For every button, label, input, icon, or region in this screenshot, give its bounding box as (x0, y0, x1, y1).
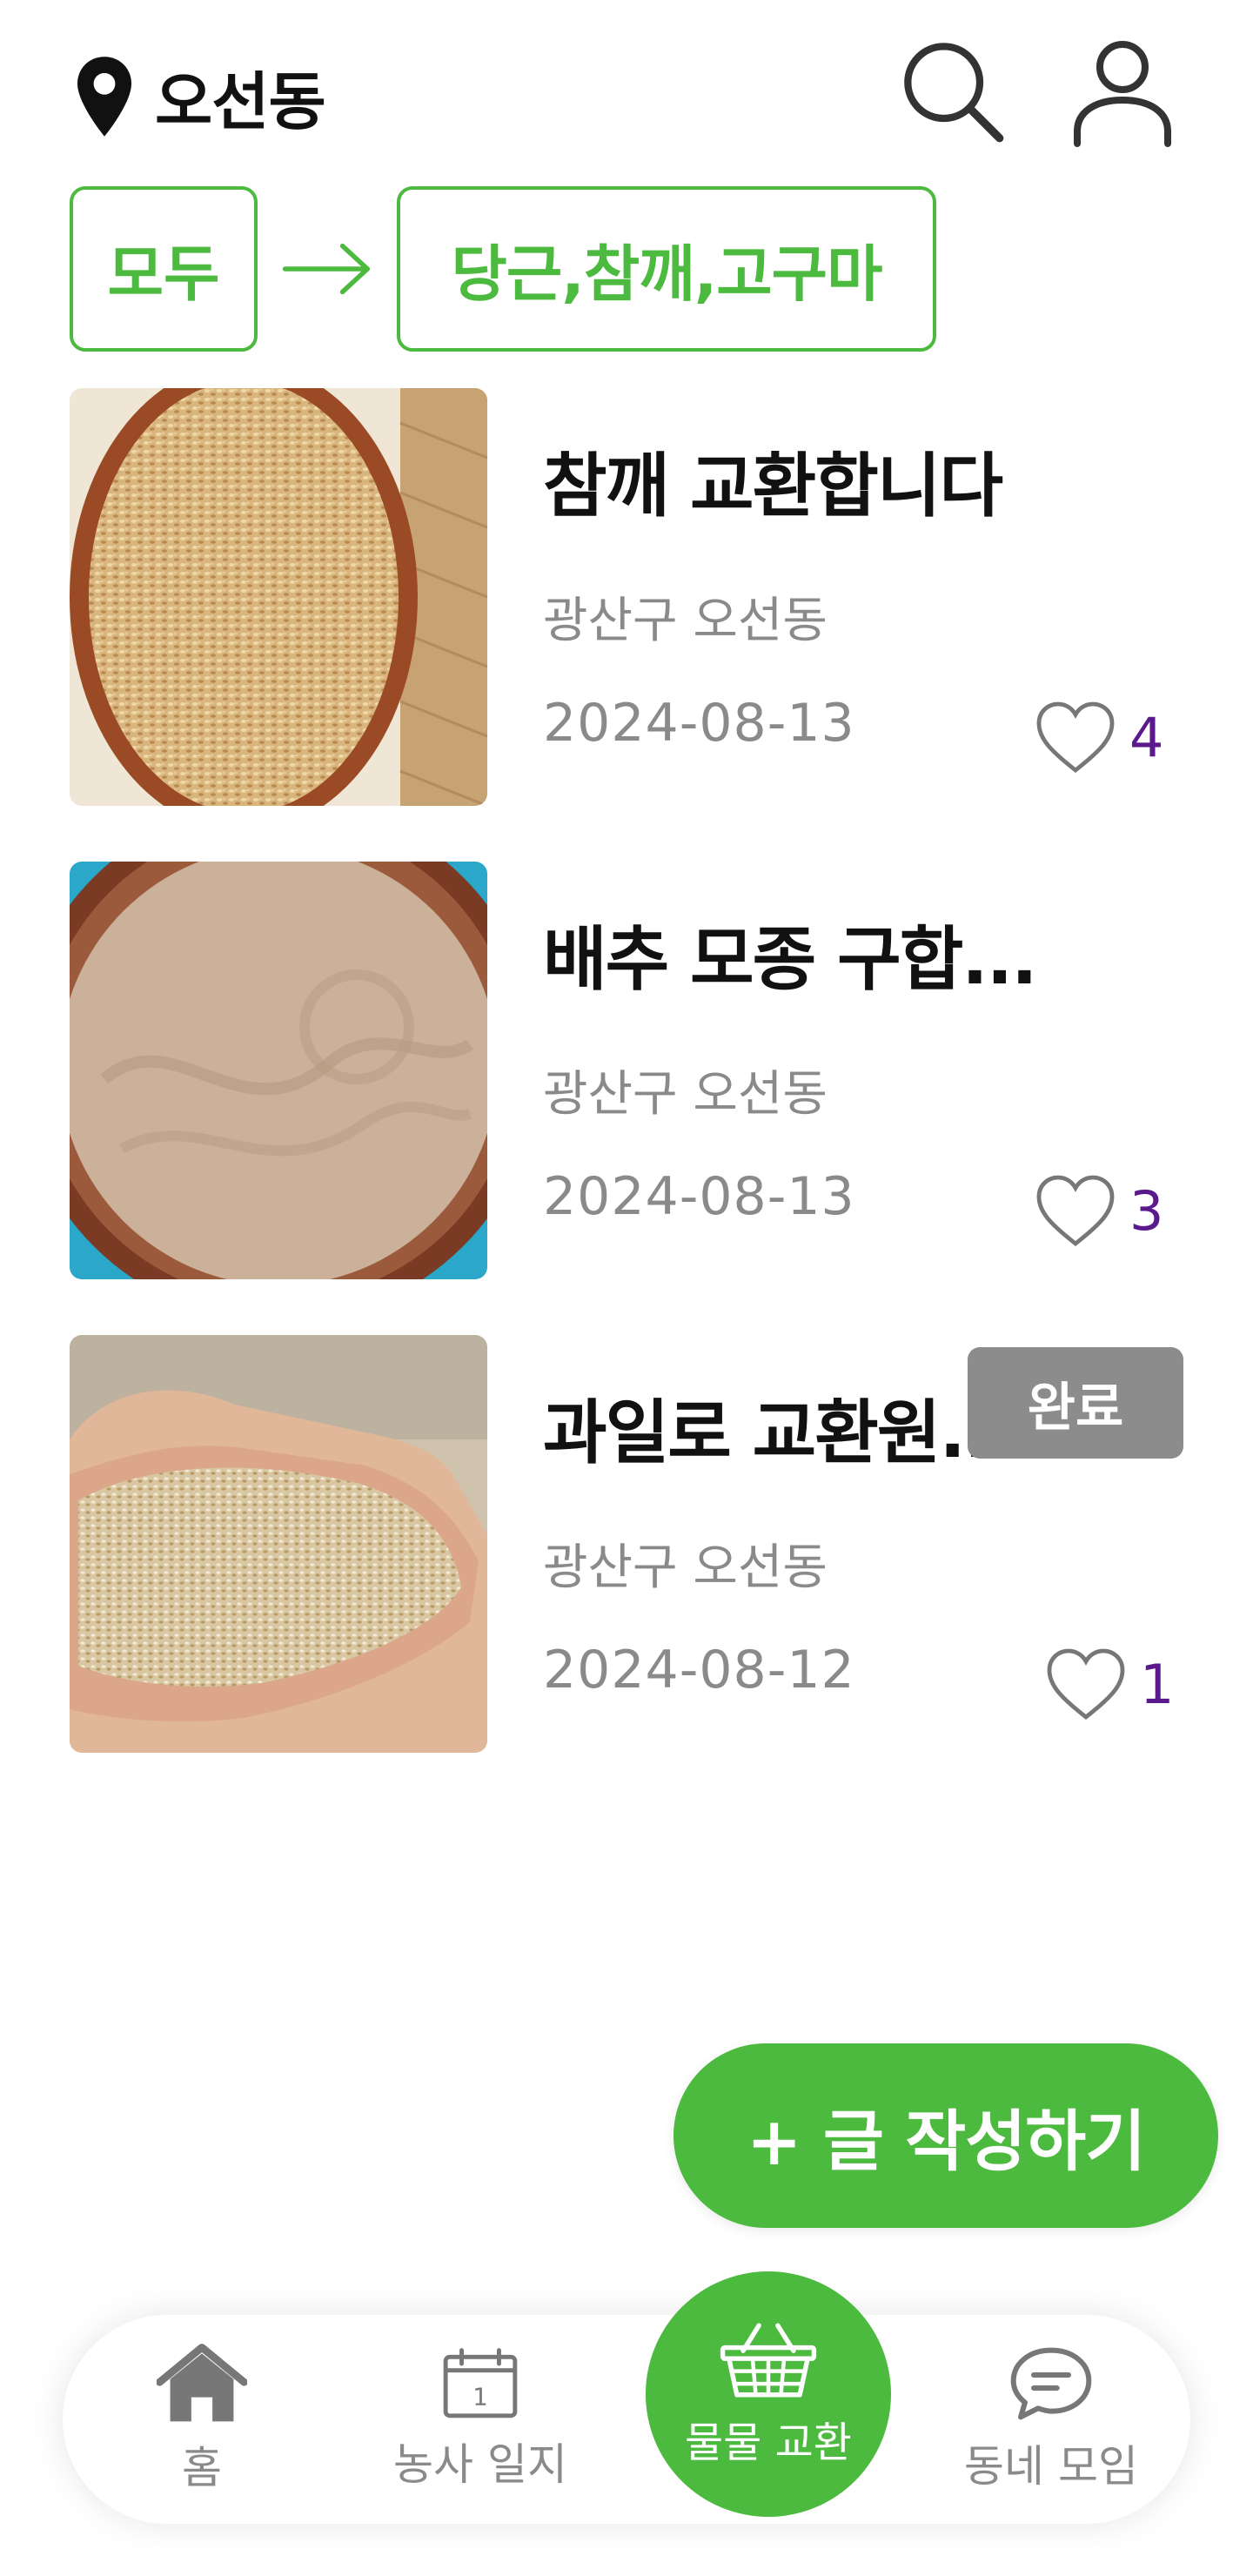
like-indicator[interactable]: 4 (1034, 698, 1163, 776)
location-selector[interactable]: 오선동 (70, 50, 326, 142)
filter-chip-selected-crops[interactable]: 당근,참깨,고구마 (397, 186, 936, 352)
post-title: 배추 모종 구합... (543, 919, 1037, 1000)
home-icon (157, 2344, 247, 2422)
post-item[interactable]: 참깨 교환합니다 광산구 오선동 2024-08-13 4 (0, 388, 1253, 806)
post-date: 2024-08-12 (543, 1640, 855, 1701)
status-badge-completed: 완료 (968, 1347, 1183, 1459)
calendar-icon: 1 (443, 2348, 518, 2418)
profile-button[interactable] (1066, 35, 1179, 148)
location-name: 오선동 (155, 65, 326, 138)
profile-icon (1074, 41, 1171, 147)
search-button[interactable] (896, 35, 1009, 148)
post-item[interactable]: 과일로 교환원... 완료 광산구 오선동 2024-08-12 1 (0, 1335, 1253, 1753)
nav-label-barter: 물물 교환 (685, 2418, 852, 2467)
nav-item-neighborhood-meetup[interactable]: 동네 모임 (912, 2315, 1190, 2524)
category-filter-bar: 모두 당근,참깨,고구마 (70, 186, 936, 352)
app-header: 오선동 (0, 0, 1253, 183)
filter-chip-all[interactable]: 모두 (70, 186, 258, 352)
post-date: 2024-08-13 (543, 1166, 855, 1227)
bottom-navigation: 홈 1 농사 일지 동네 모임 (63, 2315, 1190, 2524)
write-post-button[interactable]: + 글 작성하기 (673, 2043, 1218, 2228)
arrow-right-icon (258, 186, 397, 352)
like-indicator[interactable]: 1 (1044, 1645, 1174, 1723)
nav-item-home[interactable]: 홈 (63, 2315, 341, 2524)
post-address: 광산구 오선동 (543, 1540, 828, 1596)
post-title: 참깨 교환합니다 (543, 446, 1003, 527)
nav-item-farm-diary[interactable]: 1 농사 일지 (341, 2315, 620, 2524)
search-icon (904, 43, 1004, 143)
heart-outline-icon (1036, 1175, 1115, 1247)
post-thumbnail-hand-holding-sesame (70, 1335, 487, 1753)
location-pin-icon (77, 56, 132, 137)
nav-label-neighborhood-meetup: 동네 모임 (964, 2441, 1138, 2492)
like-indicator[interactable]: 3 (1034, 1171, 1163, 1250)
nav-label-farm-diary: 농사 일지 (393, 2439, 567, 2490)
chat-icon (1010, 2347, 1092, 2420)
like-count: 1 (1140, 1652, 1175, 1716)
like-count: 4 (1129, 705, 1164, 769)
nav-label-home: 홈 (182, 2443, 222, 2493)
post-thumbnail-sesame-tray (70, 388, 487, 806)
post-address: 광산구 오선동 (543, 593, 828, 649)
post-date: 2024-08-13 (543, 693, 855, 754)
post-thumbnail-seed-powder (70, 862, 487, 1279)
heart-outline-icon (1036, 701, 1115, 774)
heart-outline-icon (1047, 1648, 1125, 1721)
like-count: 3 (1129, 1178, 1164, 1243)
nav-item-barter[interactable]: 물물 교환 (646, 2271, 891, 2517)
calendar-day: 1 (472, 2383, 488, 2412)
post-address: 광산구 오선동 (543, 1066, 828, 1123)
basket-icon (720, 2323, 817, 2398)
post-item[interactable]: 배추 모종 구합... 광산구 오선동 2024-08-13 3 (0, 862, 1253, 1279)
